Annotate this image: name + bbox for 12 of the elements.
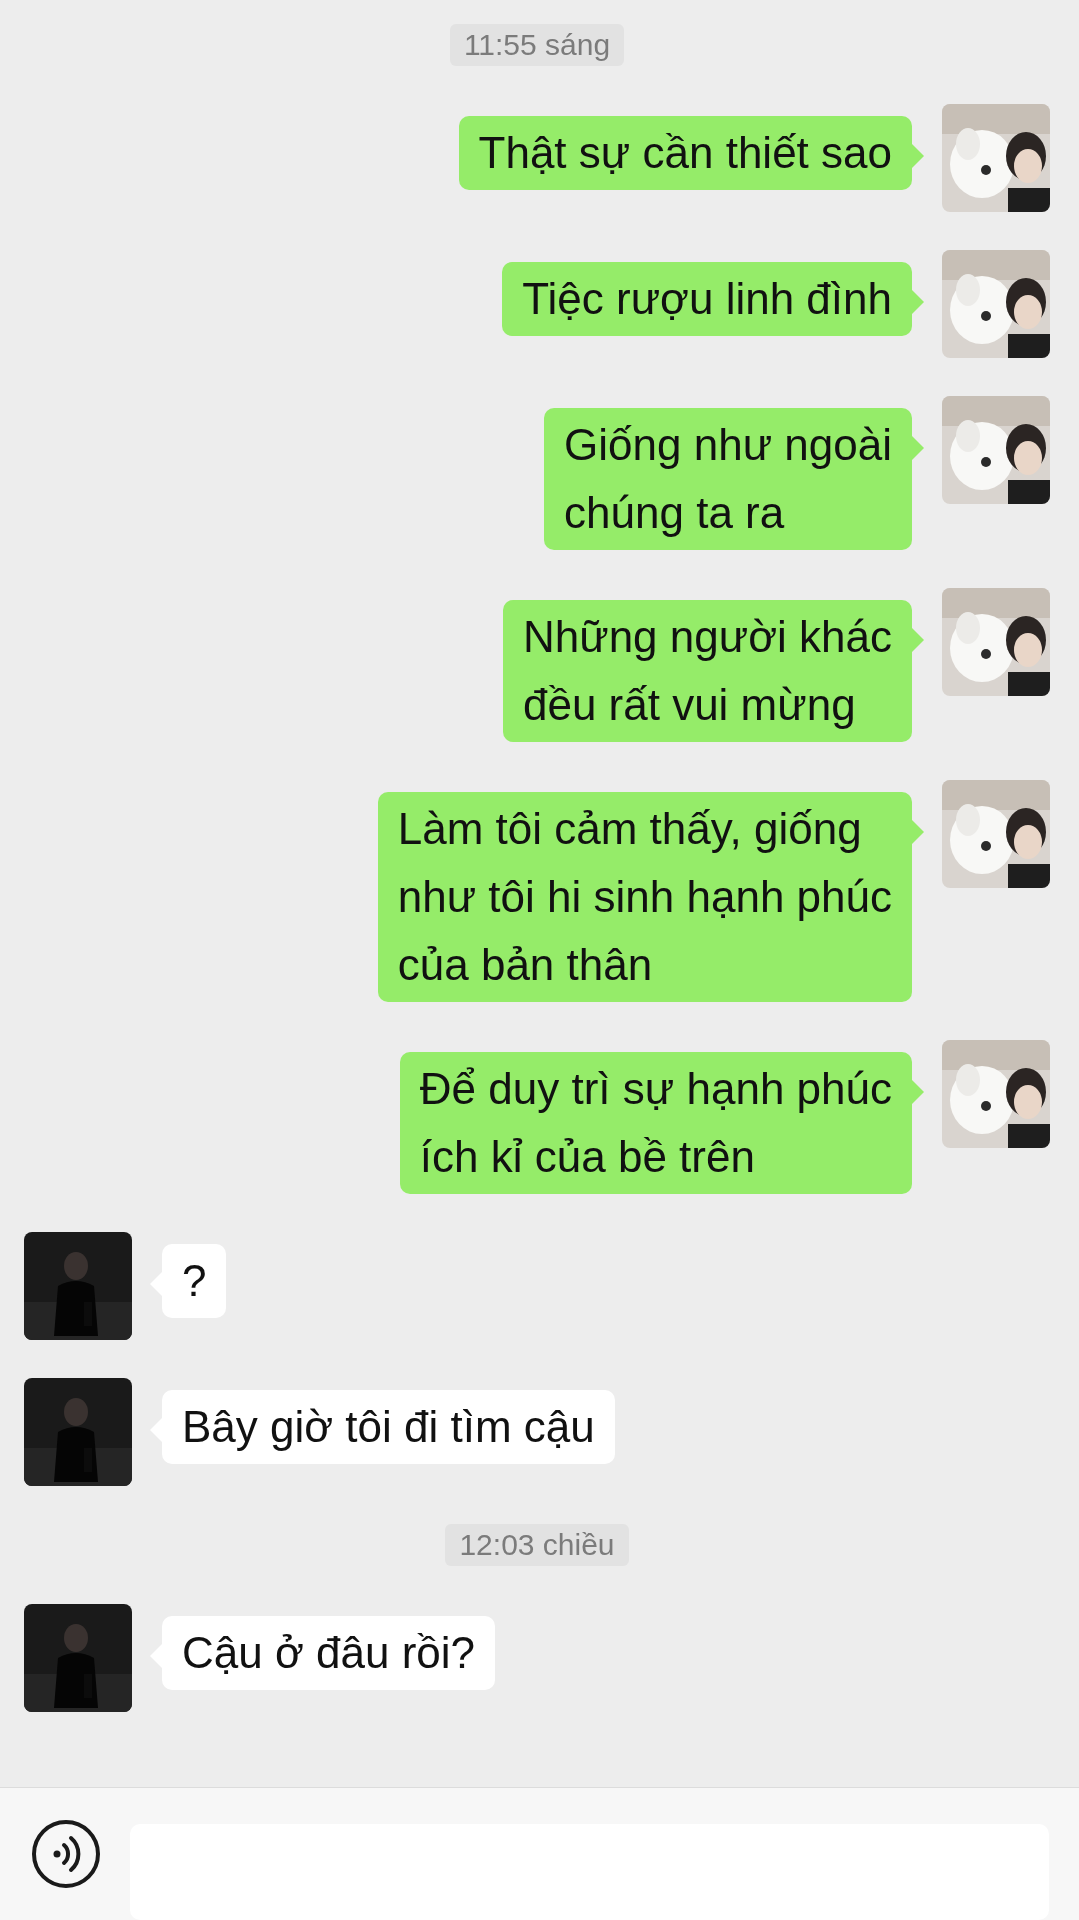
timestamp: 12:03 chiều (445, 1524, 629, 1566)
message-bubble[interactable]: Thật sự cần thiết sao (458, 116, 912, 190)
message-bubble[interactable]: Để duy trì sự hạnh phúc ích kỉ của bề trên (399, 1052, 912, 1194)
message-bubble[interactable]: Bây giờ tôi đi tìm cậu (162, 1390, 615, 1464)
message-bubble[interactable]: Những người khác đều rất vui mừng (502, 600, 912, 742)
message-bubble[interactable]: Làm tôi cảm thấy, giống như tôi hi sinh hạnh phúc của bản thân (377, 792, 912, 1002)
message-bubble[interactable]: ? (162, 1244, 227, 1318)
timestamp: 11:55 sáng (449, 24, 625, 66)
message-bubble[interactable]: Giống như ngoài chúng ta ra (544, 408, 912, 550)
voice-icon[interactable] (30, 1818, 102, 1890)
message-bubble[interactable]: Cậu ở đâu rồi? (162, 1616, 496, 1690)
message-bubble[interactable]: Tiệc rượu linh đình (502, 262, 912, 336)
